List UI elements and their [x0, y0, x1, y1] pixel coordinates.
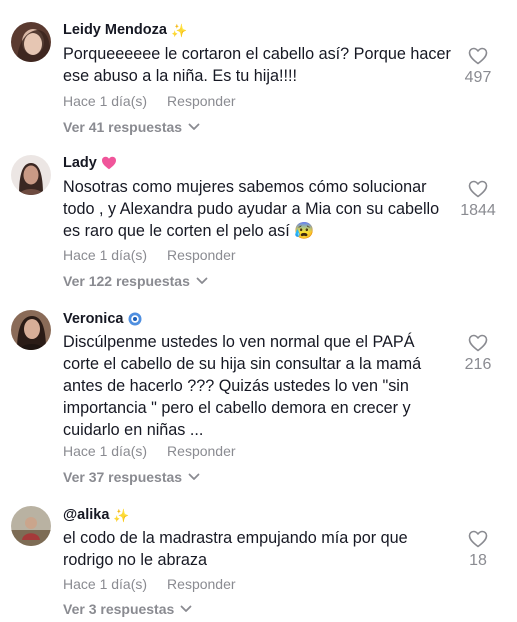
username-text[interactable]: Leidy Mendoza: [63, 22, 167, 38]
comment-username[interactable]: Leidy Mendoza ✨: [63, 22, 187, 38]
avatar[interactable]: [11, 155, 51, 195]
view-replies-button[interactable]: Ver 3 respuestas: [63, 601, 192, 617]
comment-time: Hace 1 día(s): [63, 576, 148, 592]
view-replies-label[interactable]: Ver 41 respuestas: [63, 119, 182, 135]
comment-meta: Hace 1 día(s) Responder: [63, 93, 236, 109]
view-replies-button[interactable]: Ver 41 respuestas: [63, 119, 200, 135]
pink-heart-icon: [101, 156, 116, 170]
heart-outline-icon[interactable]: [468, 530, 488, 548]
like-count: 18: [469, 552, 487, 569]
avatar[interactable]: [11, 22, 51, 62]
like-count: 1844: [460, 202, 496, 219]
like-control[interactable]: 18: [439, 530, 517, 570]
comment-text: Nosotras como mujeres sabemos cómo soluc…: [63, 178, 440, 240]
chevron-down-icon: [188, 123, 200, 130]
sparkles-icon: ✨: [113, 507, 130, 523]
view-replies-label[interactable]: Ver 122 respuestas: [63, 273, 190, 289]
comment-username[interactable]: Veronica: [63, 311, 143, 327]
reply-button[interactable]: Responder: [167, 576, 236, 592]
like-control[interactable]: 1844: [439, 180, 517, 220]
comment-time: Hace 1 día(s): [63, 247, 148, 263]
chevron-down-icon: [180, 605, 192, 612]
like-control[interactable]: 216: [439, 334, 517, 374]
like-control[interactable]: 497: [439, 47, 517, 87]
blue-badge-icon: [128, 312, 142, 326]
comment-username[interactable]: @alika ✨: [63, 507, 130, 523]
username-text[interactable]: Veronica: [63, 311, 123, 327]
reply-button[interactable]: Responder: [167, 93, 236, 109]
avatar[interactable]: [11, 506, 51, 546]
view-replies-button[interactable]: Ver 122 respuestas: [63, 273, 208, 289]
reply-button[interactable]: Responder: [167, 247, 236, 263]
like-count: 497: [464, 69, 492, 86]
username-text[interactable]: @alika: [63, 507, 109, 523]
like-count: 216: [464, 356, 492, 373]
heart-outline-icon[interactable]: [468, 47, 488, 65]
previous-comment-remnant: [100, 0, 136, 2]
view-replies-label[interactable]: Ver 37 respuestas: [63, 469, 182, 485]
comment-meta: Hace 1 día(s) Responder: [63, 443, 236, 459]
heart-outline-icon[interactable]: [468, 334, 488, 352]
avatar[interactable]: [11, 310, 51, 350]
view-replies-label[interactable]: Ver 3 respuestas: [63, 601, 174, 617]
comment-text: Discúlpenme ustedes lo ven normal que el…: [63, 333, 422, 439]
chevron-down-icon: [196, 277, 208, 284]
comment-meta: Hace 1 día(s) Responder: [63, 247, 236, 263]
reply-button[interactable]: Responder: [167, 443, 236, 459]
chevron-down-icon: [188, 473, 200, 480]
comment-time: Hace 1 día(s): [63, 93, 148, 109]
comment-text: el codo de la madrastra empujando mía po…: [63, 529, 408, 569]
view-replies-button[interactable]: Ver 37 respuestas: [63, 469, 200, 485]
comment-username[interactable]: Lady: [63, 155, 117, 171]
comment-text: Porqueeeeee le cortaron el cabello así? …: [63, 45, 451, 85]
sparkles-icon: ✨: [170, 22, 188, 38]
comment-meta: Hace 1 día(s) Responder: [63, 576, 236, 592]
heart-outline-icon[interactable]: [468, 180, 488, 198]
comment-time: Hace 1 día(s): [63, 443, 148, 459]
username-text[interactable]: Lady: [63, 155, 97, 171]
